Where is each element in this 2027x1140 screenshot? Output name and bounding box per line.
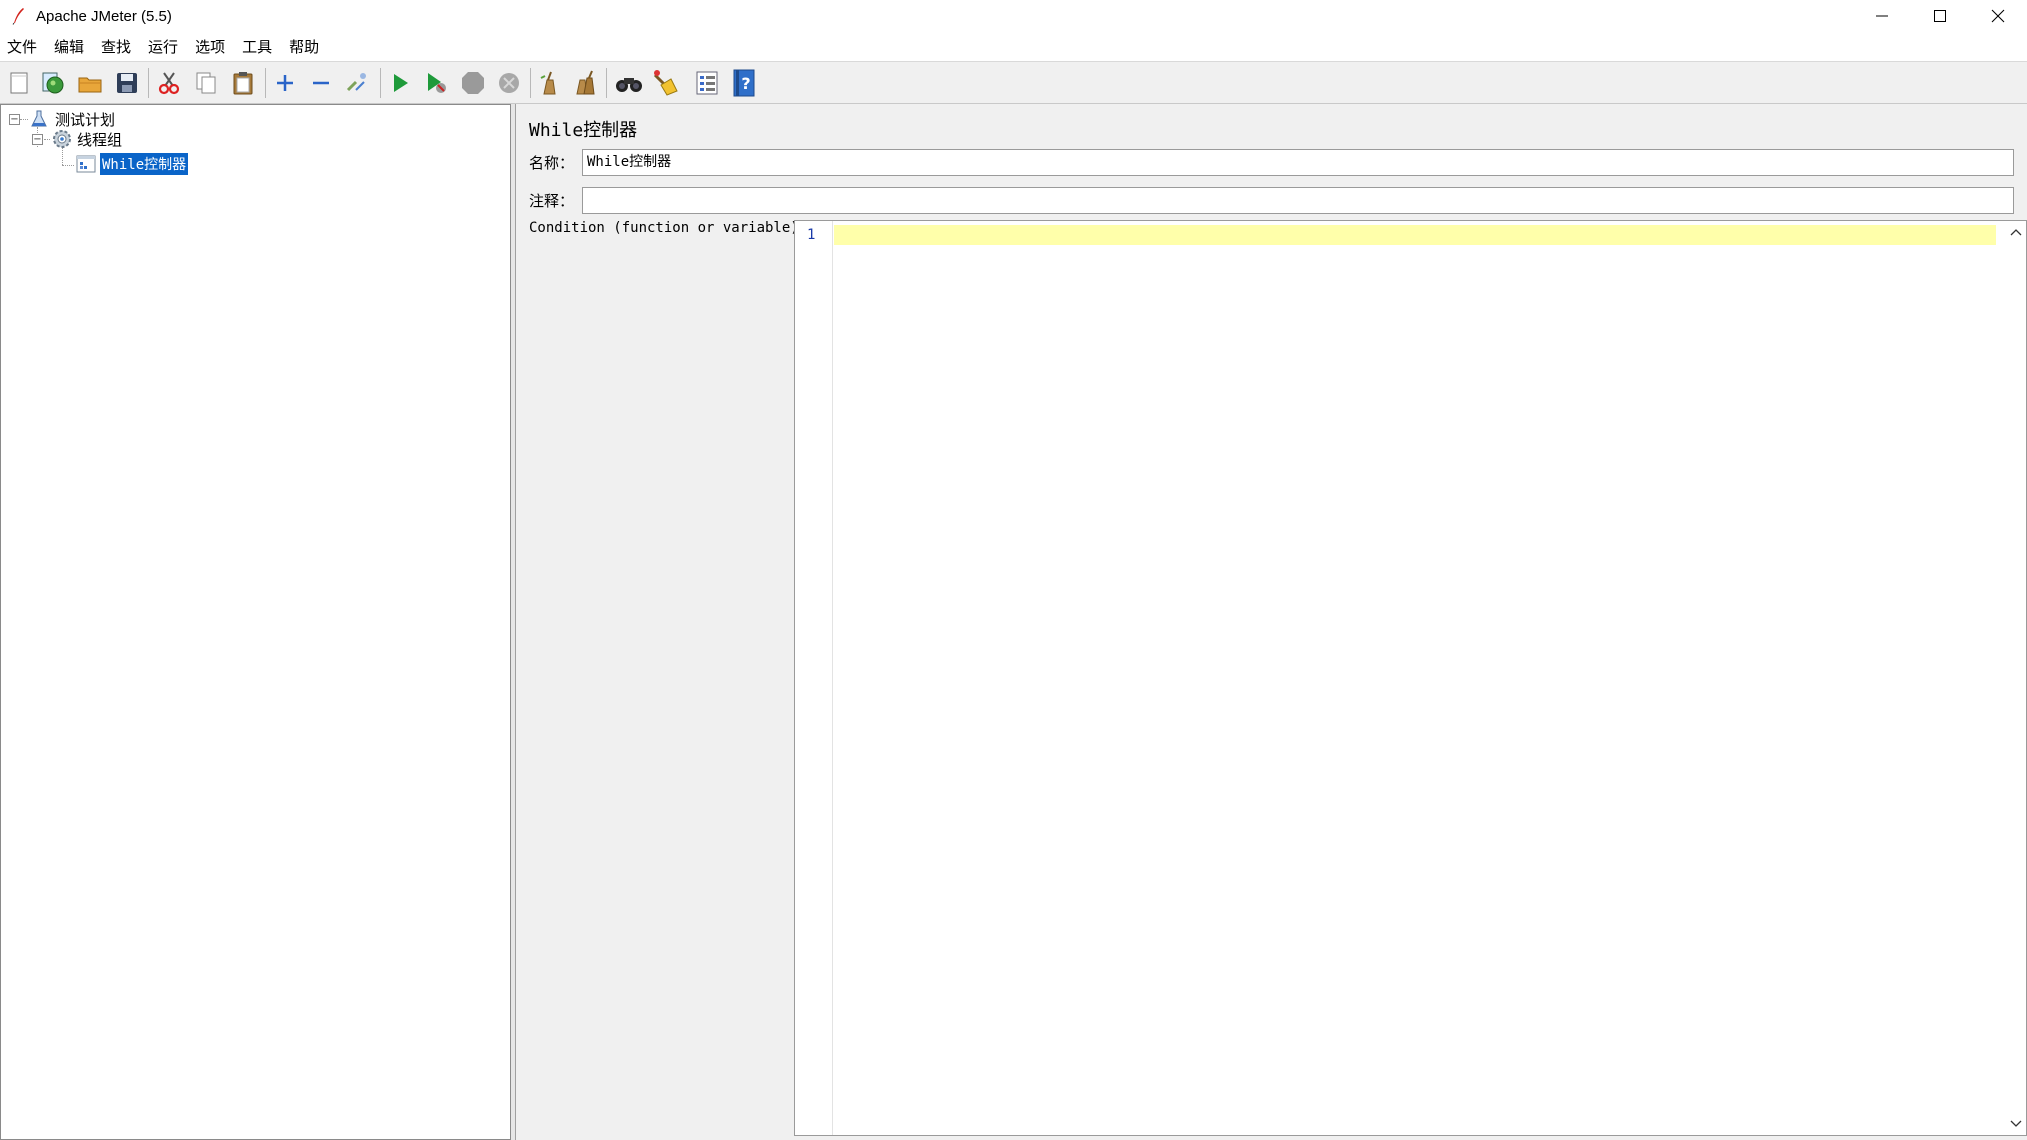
clear-icon (540, 71, 556, 95)
svg-text:?: ? (741, 74, 750, 93)
minimize-icon (1876, 15, 1888, 17)
name-input[interactable]: While控制器 (582, 149, 2014, 176)
page-title: While控制器 (529, 120, 638, 141)
collapse-all-button[interactable] (306, 68, 336, 98)
save-icon (117, 73, 137, 93)
search-button[interactable] (614, 68, 644, 98)
stop-icon (462, 72, 484, 94)
toolbar-separator (530, 68, 531, 98)
minimize-button[interactable] (1853, 0, 1911, 32)
collapse-icon (313, 81, 329, 85)
start-icon (394, 74, 408, 92)
tree-connector (62, 165, 74, 166)
editor-scrollbar[interactable] (2006, 221, 2026, 1135)
search-icon (616, 78, 642, 92)
maximize-icon (1934, 10, 1946, 22)
open-button[interactable] (75, 68, 105, 98)
clear-all-button[interactable] (570, 68, 600, 98)
line-number: 1 (807, 227, 816, 243)
menu-bar: 文件 编辑 查找 运行 选项 工具 帮助 (0, 32, 2027, 62)
new-icon (10, 72, 28, 94)
shutdown-button[interactable] (494, 68, 524, 98)
toolbar-separator (380, 68, 381, 98)
jmeter-feather-icon (12, 8, 24, 25)
save-button[interactable] (112, 68, 142, 98)
copy-icon (196, 72, 216, 94)
test-plan-tree[interactable]: − 测试计划 − 线程组 While控制器 (0, 104, 511, 1140)
comment-label: 注释： (529, 192, 575, 210)
open-icon (78, 77, 102, 93)
paste-icon (233, 72, 253, 95)
menu-help[interactable]: 帮助 (289, 34, 319, 59)
cut-button[interactable] (154, 68, 184, 98)
start-no-pauses-button[interactable] (421, 68, 451, 98)
templates-button[interactable] (38, 68, 68, 98)
toolbar: ? (0, 62, 2027, 104)
current-line-highlight[interactable] (834, 225, 1996, 245)
test-plan-icon (31, 110, 47, 127)
menu-edit[interactable]: 编辑 (54, 34, 84, 59)
while-controller-icon (76, 155, 96, 173)
menu-tools[interactable]: 工具 (242, 34, 272, 59)
toolbar-separator (148, 68, 149, 98)
start-no-pause-icon (428, 73, 446, 93)
clear-button[interactable] (534, 68, 564, 98)
copy-button[interactable] (191, 68, 221, 98)
tree-collapse-toggle[interactable]: − (9, 114, 20, 125)
tree-connector (44, 139, 50, 140)
shutdown-icon (499, 73, 519, 93)
tree-item-label: 测试计划 (55, 110, 116, 129)
toggle-button[interactable] (342, 68, 372, 98)
tree-item-label: 线程组 (77, 130, 123, 149)
tree-item-while-controller[interactable]: While控制器 (75, 152, 190, 176)
help-icon: ? (733, 69, 755, 97)
toolbar-separator (606, 68, 607, 98)
close-icon (1991, 9, 2005, 23)
toolbar-separator (265, 68, 266, 98)
window-controls (1853, 0, 2027, 32)
cut-icon (158, 72, 180, 95)
tree-item-label: While控制器 (98, 152, 190, 176)
function-helper-button[interactable] (692, 68, 722, 98)
thread-group-icon (53, 130, 71, 148)
new-button[interactable] (4, 68, 34, 98)
tree-item-test-plan[interactable]: 测试计划 (29, 108, 115, 130)
tree-connector (20, 119, 28, 120)
scroll-up-button[interactable] (2009, 225, 2023, 239)
close-button[interactable] (1969, 0, 2027, 32)
tree-collapse-toggle[interactable]: − (32, 134, 43, 145)
scroll-down-button[interactable] (2009, 1117, 2023, 1131)
paste-button[interactable] (228, 68, 258, 98)
clear-all-icon (576, 70, 595, 95)
menu-options[interactable]: 选项 (195, 34, 225, 59)
maximize-button[interactable] (1911, 0, 1969, 32)
templates-icon (42, 72, 64, 94)
tree-item-thread-group[interactable]: 线程组 (51, 128, 122, 150)
expand-all-button[interactable] (270, 68, 300, 98)
name-label: 名称： (529, 154, 575, 172)
comment-input[interactable] (582, 187, 2014, 214)
chevron-up-icon (2010, 229, 2022, 236)
expand-icon (277, 75, 293, 91)
window-title: Apache JMeter (5.5) (36, 7, 172, 25)
condition-label: Condition (function or variable) (529, 220, 799, 236)
start-button[interactable] (385, 68, 415, 98)
function-helper-icon (696, 71, 718, 95)
reset-search-button[interactable] (650, 68, 680, 98)
menu-file[interactable]: 文件 (7, 34, 37, 59)
menu-search[interactable]: 查找 (101, 34, 131, 59)
reset-search-icon (653, 70, 678, 96)
toggle-icon (346, 73, 366, 92)
menu-run[interactable]: 运行 (148, 34, 178, 59)
help-button[interactable]: ? (729, 68, 759, 98)
stop-button[interactable] (458, 68, 488, 98)
line-number-gutter: 1 (795, 221, 833, 1135)
condition-editor[interactable]: 1 (794, 220, 2027, 1136)
chevron-down-icon (2010, 1120, 2022, 1127)
title-bar: Apache JMeter (5.5) (0, 0, 2027, 32)
while-controller-panel: While控制器 名称： While控制器 注释： Condition (fun… (515, 104, 2027, 1140)
